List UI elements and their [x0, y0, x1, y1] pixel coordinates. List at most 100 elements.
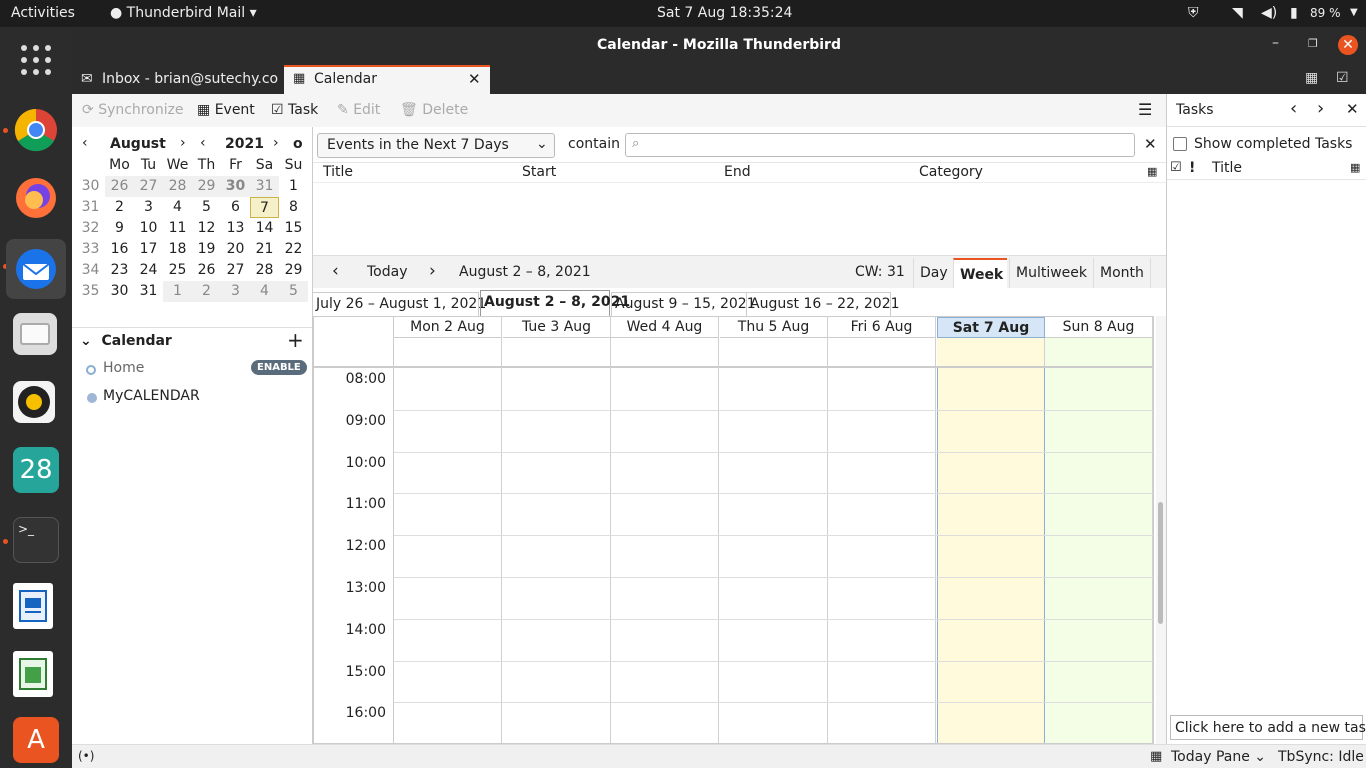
- day-header[interactable]: Mon 2 Aug: [394, 317, 502, 338]
- allday-cell[interactable]: [394, 338, 502, 366]
- minimonth-day[interactable]: 25: [163, 260, 192, 281]
- clear-search-icon[interactable]: ✕: [1144, 135, 1157, 153]
- col-task-title[interactable]: Title: [1212, 160, 1242, 176]
- prev-month-icon[interactable]: ‹: [82, 135, 88, 151]
- allday-cell[interactable]: [720, 338, 828, 366]
- thunderbird-dock-icon[interactable]: [6, 239, 66, 299]
- day-column[interactable]: [828, 368, 936, 743]
- allday-cell[interactable]: [937, 338, 1045, 366]
- minimonth-day[interactable]: 15: [279, 218, 308, 239]
- minimonth-day[interactable]: 1: [163, 281, 192, 302]
- prev-year-icon[interactable]: ‹: [200, 135, 206, 151]
- calendar-item-mycalendar[interactable]: MyCALENDAR: [86, 388, 310, 410]
- minimonth-day[interactable]: 29: [279, 260, 308, 281]
- minimonth-day[interactable]: 9: [105, 218, 134, 239]
- show-completed-checkbox[interactable]: [1173, 137, 1187, 151]
- minimonth-day[interactable]: 31: [134, 281, 163, 302]
- delete-button[interactable]: 🗑 Delete: [400, 102, 468, 118]
- week-tab[interactable]: July 26 – August 1, 2021: [313, 292, 486, 316]
- minimonth-day[interactable]: 2: [192, 281, 221, 302]
- minimonth-day[interactable]: 5: [192, 197, 221, 218]
- view-multiweek[interactable]: Multiweek: [1009, 258, 1093, 289]
- prev-period-icon[interactable]: ‹: [332, 261, 339, 281]
- day-column[interactable]: [1045, 368, 1153, 743]
- synchronize-button[interactable]: ⟳ Synchronize: [82, 102, 184, 118]
- online-status-icon[interactable]: (•): [78, 749, 94, 763]
- minimonth-day[interactable]: 26: [105, 176, 134, 197]
- calc-icon[interactable]: [13, 651, 53, 697]
- rhythmbox-icon[interactable]: [13, 381, 55, 423]
- minimonth-day[interactable]: 19: [192, 239, 221, 260]
- minimonth-today-icon[interactable]: o: [293, 136, 303, 152]
- clock[interactable]: Sat 7 Aug 18:35:24: [657, 5, 792, 21]
- minimonth-day[interactable]: 18: [163, 239, 192, 260]
- day-column[interactable]: [503, 368, 611, 743]
- day-column[interactable]: [611, 368, 719, 743]
- next-year-icon[interactable]: ›: [273, 135, 279, 151]
- minimonth-day[interactable]: 3: [134, 197, 163, 218]
- minimonth-day[interactable]: 4: [250, 281, 279, 302]
- minimonth-day[interactable]: 24: [134, 260, 163, 281]
- minimonth-day[interactable]: 29: [192, 176, 221, 197]
- close-pane-icon[interactable]: ✕: [1346, 100, 1359, 118]
- day-header[interactable]: Sun 8 Aug: [1045, 317, 1153, 338]
- tab-calendar[interactable]: ▦ Calendar ✕: [284, 65, 490, 94]
- calendar-list-header[interactable]: ⌄ Calendar: [80, 333, 172, 349]
- minimonth-day[interactable]: 12: [192, 218, 221, 239]
- minimonth-day[interactable]: 10: [134, 218, 163, 239]
- minimonth-today[interactable]: 7: [250, 197, 279, 218]
- files-icon[interactable]: [13, 313, 57, 355]
- minimonth-day[interactable]: 20: [221, 239, 250, 260]
- allday-cell[interactable]: [503, 338, 611, 366]
- calendar-dock-icon[interactable]: 28: [13, 447, 59, 493]
- next-day-icon[interactable]: ›: [1317, 98, 1324, 119]
- calendar-tab-icon[interactable]: ▦: [1305, 70, 1318, 86]
- completed-column-icon[interactable]: ☑: [1170, 160, 1182, 175]
- restore-icon[interactable]: ❐: [1308, 37, 1318, 50]
- minimonth-day[interactable]: 31: [250, 176, 279, 197]
- filter-select[interactable]: Events in the Next 7 Days ⌄: [317, 133, 555, 158]
- calendar-item-home[interactable]: Home ENABLE: [86, 360, 310, 382]
- writer-icon[interactable]: [13, 583, 53, 629]
- activities-button[interactable]: Activities: [11, 5, 75, 21]
- app-grid-icon[interactable]: [13, 37, 59, 83]
- allday-cell[interactable]: [828, 338, 936, 366]
- next-month-icon[interactable]: ›: [180, 135, 186, 151]
- scrollbar-thumb[interactable]: [1158, 502, 1163, 624]
- edit-button[interactable]: ✎ Edit: [337, 102, 380, 118]
- next-period-icon[interactable]: ›: [429, 261, 436, 281]
- view-month[interactable]: Month: [1093, 258, 1151, 289]
- enable-badge[interactable]: ENABLE: [251, 360, 307, 375]
- minimonth-day[interactable]: 27: [134, 176, 163, 197]
- add-task-input[interactable]: Click here to add a new task: [1170, 715, 1366, 740]
- minimize-icon[interactable]: –: [1272, 35, 1279, 51]
- minimonth-day[interactable]: 4: [163, 197, 192, 218]
- col-title[interactable]: Title: [323, 164, 353, 180]
- new-event-button[interactable]: ▦ Event: [197, 102, 255, 118]
- allday-cell[interactable]: [611, 338, 719, 366]
- tasks-tab-icon[interactable]: ☑: [1336, 70, 1349, 86]
- today-button[interactable]: Today: [367, 264, 408, 280]
- minimonth-day[interactable]: 6: [221, 197, 250, 218]
- minimonth-day[interactable]: 28: [163, 176, 192, 197]
- day-header-today[interactable]: Sat 7 Aug: [937, 317, 1045, 338]
- col-category[interactable]: Category: [919, 164, 983, 180]
- prev-day-icon[interactable]: ‹: [1290, 98, 1297, 119]
- day-header[interactable]: Fri 6 Aug: [828, 317, 936, 338]
- col-end[interactable]: End: [724, 164, 751, 180]
- minimonth-month[interactable]: August: [110, 136, 166, 152]
- firefox-icon[interactable]: [13, 175, 59, 221]
- col-priority[interactable]: !: [1189, 160, 1195, 176]
- app-menu[interactable]: ● Thunderbird Mail ▾: [110, 5, 257, 21]
- add-calendar-icon[interactable]: +: [287, 328, 304, 352]
- event-search-input[interactable]: ⌕: [625, 133, 1135, 157]
- view-day[interactable]: Day: [913, 258, 954, 289]
- minimonth-day[interactable]: 11: [163, 218, 192, 239]
- volume-icon[interactable]: ◀): [1261, 5, 1277, 21]
- minimonth-day[interactable]: 30: [221, 176, 250, 197]
- terminal-icon[interactable]: >_: [13, 517, 59, 563]
- software-icon[interactable]: A: [13, 717, 59, 763]
- close-window-icon[interactable]: ✕: [1338, 35, 1358, 55]
- minimonth-day[interactable]: 3: [221, 281, 250, 302]
- shield-icon[interactable]: ⛨: [1188, 5, 1199, 21]
